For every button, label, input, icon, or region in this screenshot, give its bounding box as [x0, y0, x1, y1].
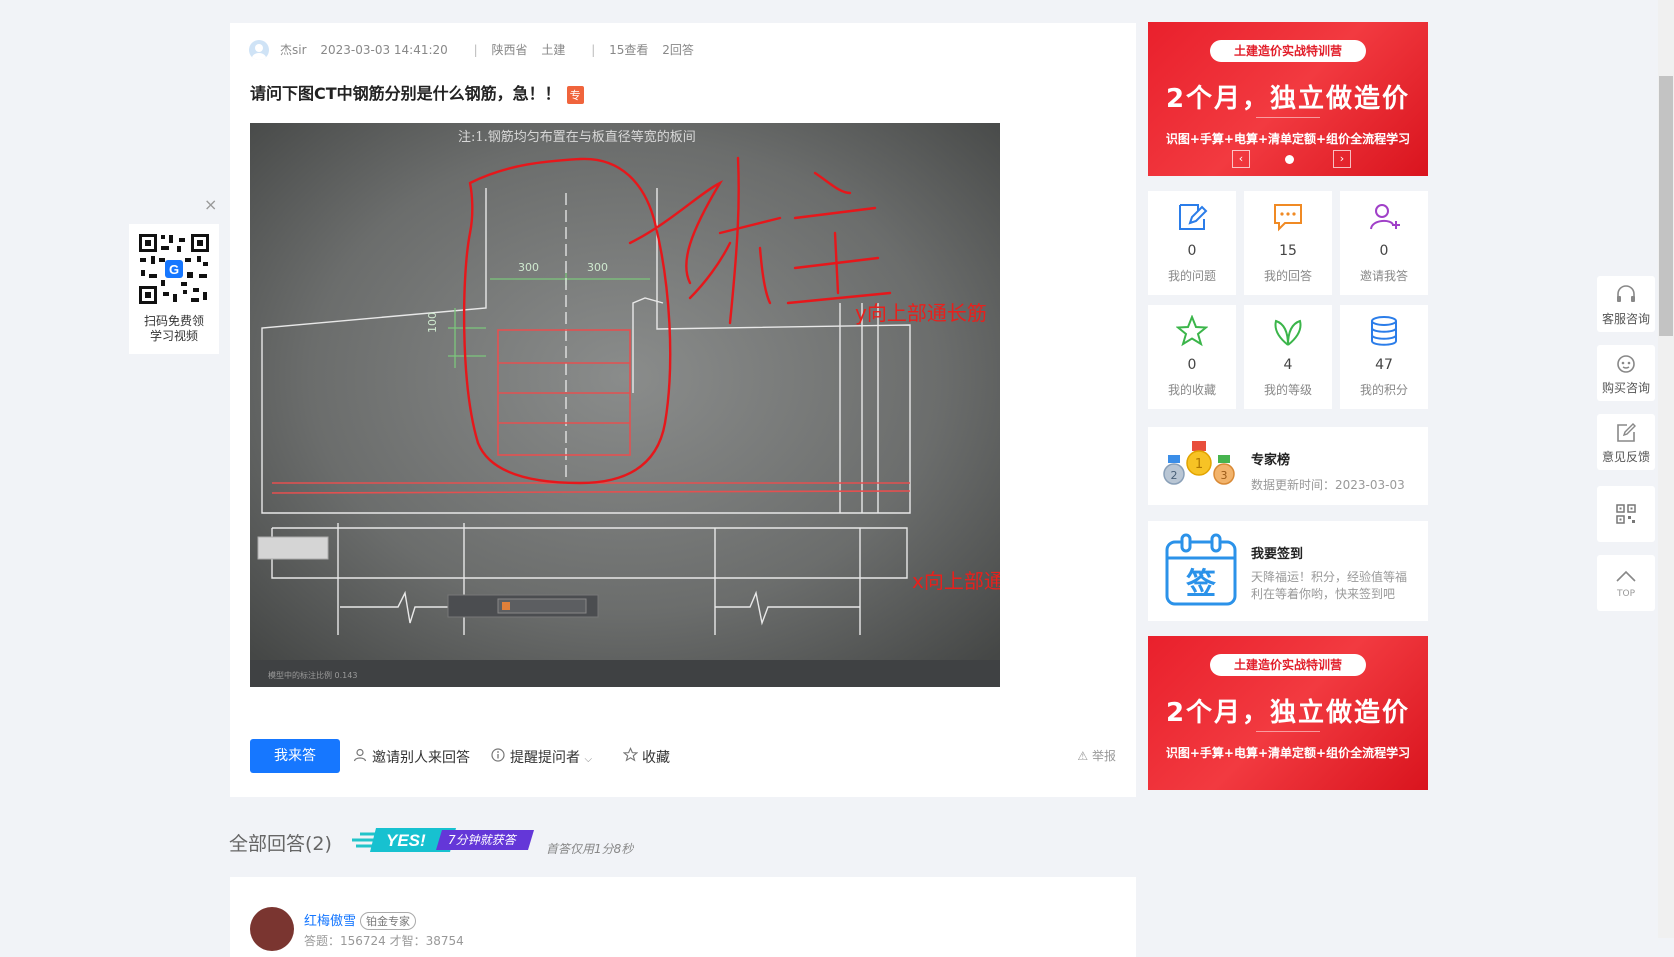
promo-banner-top[interactable]: 土建造价实战特训营 2个月，独立做造价 识图+手算+电算+清单定额+组价全流程学…: [1148, 22, 1428, 176]
svg-text:模型中的标注比例 0.143: 模型中的标注比例 0.143: [268, 670, 357, 680]
invite-button[interactable]: 邀请别人来回答: [352, 747, 470, 767]
warning-icon: ⚠: [1077, 749, 1089, 763]
info-icon: [490, 748, 506, 766]
qr-close-button[interactable]: ×: [204, 195, 217, 214]
answers-heading: 全部回答(2): [229, 833, 332, 855]
signin-description: 天降福运！积分，经验值等福利在等着你哟，快来签到吧: [1251, 570, 1408, 601]
headset-icon: [1597, 284, 1655, 311]
remind-dropdown[interactable]: 提醒提问者 ⌵: [490, 747, 592, 767]
y-bar-annotation: y向上部通长筋: [855, 301, 987, 325]
view-count: 15查看: [609, 43, 649, 57]
top-icon: [1597, 567, 1655, 588]
qrcode-button[interactable]: [1597, 486, 1655, 542]
purchase-consult-button[interactable]: 购买咨询: [1597, 345, 1655, 401]
category: 土建: [541, 43, 566, 57]
qr-caption: 扫码免费领 学习视频: [143, 314, 204, 343]
carousel-dot[interactable]: [1285, 155, 1294, 164]
database-icon: [1371, 316, 1397, 346]
expert-level-badge: 铂金专家: [360, 912, 417, 930]
expert-ranking-title: 专家榜: [1251, 453, 1291, 468]
star-icon: [1176, 315, 1208, 347]
avatar[interactable]: [249, 40, 269, 60]
x-bar-annotation: x向上部通长筋: [912, 569, 1000, 593]
scrollbar-thumb[interactable]: [1659, 76, 1673, 336]
avatar[interactable]: [250, 907, 294, 951]
author-name[interactable]: 杰sir: [280, 43, 307, 57]
signin-title: 我要签到: [1251, 547, 1304, 562]
signin-card[interactable]: 签 我要签到 天降福运！积分，经验值等福利在等着你哟，快来签到吧: [1148, 521, 1428, 621]
star-icon: [622, 747, 638, 766]
robot-icon: [1597, 353, 1655, 380]
svg-text:YES!: YES!: [386, 831, 426, 850]
banner-prev-arrow[interactable]: ‹: [1232, 150, 1250, 168]
medals-icon: 1 2 3: [1163, 441, 1235, 485]
answer-count: 2回答: [662, 43, 694, 57]
question-card: 杰sir 2023-03-03 14:41:20 | 陕西省 土建 | 15查看…: [230, 23, 1136, 797]
qrcode-icon: [1597, 504, 1655, 529]
svg-text:1: 1: [1195, 457, 1203, 472]
stat-my-questions[interactable]: 0 我的问题: [1148, 191, 1236, 295]
customer-service-button[interactable]: 客服咨询: [1597, 276, 1655, 332]
stat-invited-me[interactable]: 0 邀请我答: [1340, 191, 1428, 295]
first-answer-time: 首答仅用1分8秒: [546, 842, 634, 856]
svg-text:签: 签: [1186, 567, 1216, 602]
svg-text:300: 300: [518, 261, 539, 274]
answer-card: 红梅傲雪 铂金专家 答题：156724 才智：38754: [230, 877, 1136, 957]
feedback-button[interactable]: 意见反馈: [1597, 414, 1655, 470]
svg-text:300: 300: [587, 261, 608, 274]
breadcrumb: [232, 0, 236, 4]
stat-my-favorites[interactable]: 0 我的收藏: [1148, 305, 1236, 409]
feedback-icon: [1597, 422, 1655, 449]
user-add-icon: [1370, 204, 1400, 230]
promo-banner-bottom[interactable]: 土建造价实战特训营 2个月，独立做造价 识图+手算+电算+清单定额+组价全流程学…: [1148, 636, 1428, 790]
answerer-stats: 答题：156724 才智：38754: [304, 934, 464, 948]
question-image[interactable]: 模型中的标注比例 0.143 注:1.钢筋均匀布置在与板直径等宽的板间 300 …: [250, 123, 1000, 687]
favorite-button[interactable]: 收藏: [622, 747, 670, 767]
cad-drawing-photo: 模型中的标注比例 0.143 注:1.钢筋均匀布置在与板直径等宽的板间 300 …: [250, 123, 1000, 687]
question-meta: 杰sir 2023-03-03 14:41:20 | 陕西省 土建 | 15查看…: [280, 43, 694, 57]
svg-text:100: 100: [426, 312, 439, 333]
svg-text:注:1.钢筋均匀布置在与板直径等宽的板间: 注:1.钢筋均匀布置在与板直径等宽的板间: [458, 129, 696, 145]
answerer-name[interactable]: 红梅傲雪 铂金专家: [304, 910, 417, 930]
region: 陕西省: [491, 43, 528, 57]
report-button[interactable]: ⚠ 举报: [1077, 747, 1116, 764]
stat-my-points[interactable]: 47 我的积分: [1340, 305, 1428, 409]
svg-text:G: G: [169, 262, 179, 277]
qr-popup: G 扫码免费领 学习视频: [129, 224, 219, 354]
answer-button[interactable]: 我来答: [250, 739, 340, 773]
banner-next-arrow[interactable]: ›: [1333, 150, 1351, 168]
svg-text:2: 2: [1171, 469, 1178, 482]
expert-tag: 专: [566, 85, 584, 104]
qr-code-icon: G: [137, 232, 211, 306]
chat-icon: [1274, 204, 1302, 232]
leaf-icon: [1274, 319, 1302, 346]
svg-text:3: 3: [1221, 469, 1228, 482]
stat-my-answers[interactable]: 15 我的回答: [1244, 191, 1332, 295]
calendar-icon: 签: [1165, 533, 1237, 606]
question-title: 请问下图CT中钢筋分别是什么钢筋，急！！专: [250, 80, 584, 104]
fast-answer-badge: YES! 7分钟就获答: [352, 826, 542, 858]
back-to-top-button[interactable]: TOP: [1597, 555, 1655, 611]
edit-icon: [1179, 204, 1208, 230]
expert-ranking-card[interactable]: 1 2 3 专家榜 数据更新时间：2023-03-03: [1148, 427, 1428, 505]
post-datetime: 2023-03-03 14:41:20: [320, 43, 448, 57]
expert-ranking-updated: 数据更新时间：2023-03-03: [1251, 478, 1405, 492]
user-icon: [352, 748, 368, 766]
stat-my-level[interactable]: 4 我的等级: [1244, 305, 1332, 409]
chevron-down-icon: ⌵: [584, 754, 593, 765]
